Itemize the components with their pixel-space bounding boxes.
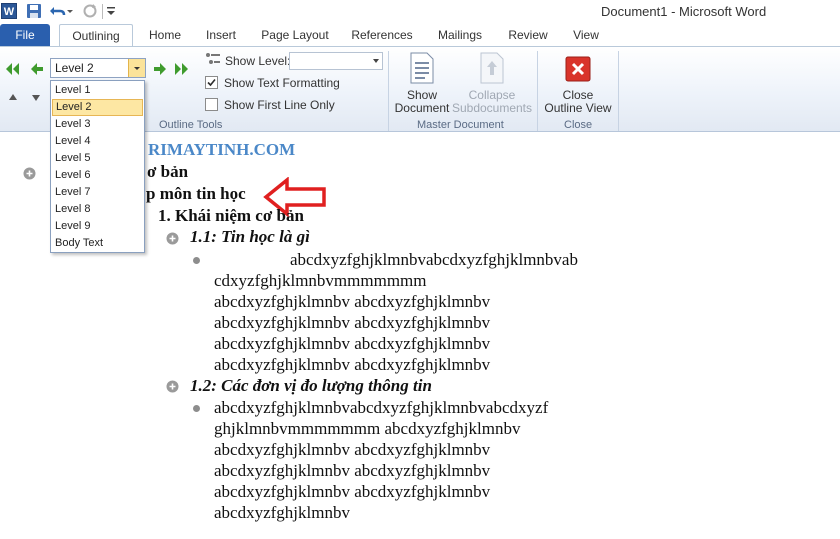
body-text-line: abcdxyzfghjklmnbv abcdxyzfghjklmnbv — [214, 313, 491, 332]
body-text-line: abcdxyzfghjklmnbv abcdxyzfghjklmnbv — [214, 482, 491, 501]
tab-outlining[interactable]: Outlining — [59, 24, 133, 46]
heading-level1-text: ơ bản — [147, 162, 189, 181]
title-bar: W Document1 - Microsoft Word — [0, 0, 840, 24]
body-text-line: abcdxyzfghjklmnbv abcdxyzfghjklmnbv — [214, 334, 491, 353]
show-document-icon[interactable] — [409, 52, 435, 84]
tab-references[interactable]: References — [347, 24, 417, 46]
tab-file[interactable]: File — [0, 24, 50, 46]
close-outline-view-button[interactable]: Close Outline View — [540, 89, 616, 115]
outline-level-menu: Level 1 Level 2 Level 3 Level 4 Level 5 … — [50, 80, 145, 253]
window-title: Document1 - Microsoft Word — [601, 4, 767, 19]
show-first-line-only-checkbox[interactable] — [205, 98, 218, 111]
show-level-dropdown[interactable] — [289, 52, 383, 70]
outline-level-dropdown[interactable]: Level 2 — [50, 58, 146, 78]
expand-plus-icon[interactable] — [23, 167, 36, 180]
save-icon[interactable] — [26, 3, 42, 19]
expand-plus-icon[interactable] — [166, 232, 179, 245]
body-text-line: abcdxyzfghjklmnbv abcdxyzfghjklmnbv — [214, 461, 491, 480]
body-text-bullet — [193, 257, 200, 264]
body-text-line: abcdxyzfghjklmnbv — [214, 503, 350, 522]
tab-home[interactable]: Home — [142, 24, 188, 46]
menu-item-level-2[interactable]: Level 2 — [52, 99, 143, 116]
watermark-text: RIMAYTINH.COM — [148, 140, 296, 159]
close-outline-view-label-2: Outline View — [544, 101, 612, 115]
promote-icon[interactable] — [29, 62, 45, 76]
tab-review[interactable]: Review — [503, 24, 553, 46]
body-text-line: abcdxyzfghjklmnbvabcdxyzfghjklmnbvabcdxy… — [214, 398, 549, 417]
show-level-icon — [206, 53, 220, 64]
outline-level-value: Level 2 — [55, 61, 94, 75]
menu-item-level-7[interactable]: Level 7 — [52, 184, 143, 201]
menu-item-level-4[interactable]: Level 4 — [52, 133, 143, 150]
show-level-label: Show Level: — [225, 54, 291, 68]
show-first-line-only-label: Show First Line Only — [224, 98, 335, 112]
group-separator — [537, 51, 538, 131]
tab-mailings[interactable]: Mailings — [431, 24, 489, 46]
group-separator — [618, 51, 619, 131]
expand-plus-icon[interactable] — [166, 380, 179, 393]
move-down-icon[interactable] — [31, 94, 41, 102]
ribbon-tabs: File Outlining Home Insert Page Layout R… — [0, 24, 840, 46]
menu-item-level-3[interactable]: Level 3 — [52, 116, 143, 133]
body-text-line: abcdxyzfghjklmnbv abcdxyzfghjklmnbv — [214, 355, 491, 374]
body-text-bullet — [193, 405, 200, 412]
chevron-down-icon[interactable] — [372, 57, 380, 65]
menu-item-level-6[interactable]: Level 6 — [52, 167, 143, 184]
promote-to-heading1-icon[interactable] — [5, 62, 21, 76]
demote-to-body-text-icon[interactable] — [173, 62, 189, 76]
demote-icon[interactable] — [152, 62, 168, 76]
close-outline-view-icon[interactable] — [565, 56, 591, 82]
qat-separator — [102, 4, 103, 19]
redo-icon[interactable] — [82, 3, 98, 19]
show-text-formatting-checkbox[interactable] — [205, 76, 218, 89]
collapse-subdocuments-label-2: Subdocuments — [451, 101, 533, 115]
close-group-label: Close — [564, 119, 593, 131]
tab-insert[interactable]: Insert — [198, 24, 244, 46]
menu-item-level-5[interactable]: Level 5 — [52, 150, 143, 167]
body-text-line: cdxyzfghjklmnbvmmmmmmm — [214, 271, 427, 290]
collapse-subdocuments-icon — [480, 52, 504, 84]
word-app-icon[interactable]: W — [1, 3, 17, 19]
move-up-icon[interactable] — [8, 93, 18, 101]
group-separator — [388, 51, 389, 131]
checkmark-icon — [207, 78, 216, 87]
menu-item-body-text[interactable]: Body Text — [52, 235, 143, 252]
undo-icon[interactable] — [49, 3, 73, 19]
menu-item-level-1[interactable]: Level 1 — [52, 82, 143, 99]
heading-level2-text: 1. Khái niệm cơ bản — [158, 206, 304, 225]
heading-level3-text: 1.2: Các đơn vị đo lượng thông tin — [190, 376, 432, 395]
outline-tools-group-label: Outline Tools — [159, 119, 223, 131]
customize-toolbar-icon[interactable] — [106, 5, 116, 17]
menu-item-level-9[interactable]: Level 9 — [52, 218, 143, 235]
master-document-group-label: Master Document — [417, 119, 504, 131]
body-text-line: abcdxyzfghjklmnbv abcdxyzfghjklmnbv — [214, 440, 491, 459]
show-document-label-2: Document — [394, 101, 450, 115]
tab-page-layout[interactable]: Page Layout — [257, 24, 333, 46]
show-document-button[interactable]: Show Document — [391, 89, 453, 115]
chevron-down-icon[interactable] — [128, 59, 145, 77]
menu-item-level-8[interactable]: Level 8 — [52, 201, 143, 218]
body-text-line: abcdxyzfghjklmnbvabcdxyzfghjklmnbvab — [290, 250, 578, 269]
collapse-subdocuments-button[interactable]: Collapse Subdocuments — [450, 89, 534, 115]
show-text-formatting-label: Show Text Formatting — [224, 76, 340, 90]
heading-level3-text: 1.1: Tin học là gì — [190, 227, 310, 246]
tab-view[interactable]: View — [566, 24, 606, 46]
heading-level1-text-2: p môn tin học — [146, 184, 246, 203]
body-text-line: ghjklmnbvmmmmmmm abcdxyzfghjklmnbv — [214, 419, 521, 438]
body-text-line: abcdxyzfghjklmnbv abcdxyzfghjklmnbv — [214, 292, 491, 311]
